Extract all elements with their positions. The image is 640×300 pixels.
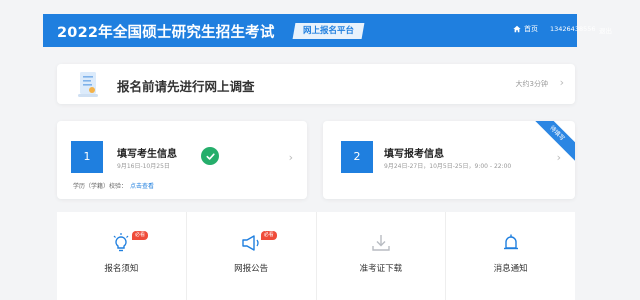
step-fill-application-info[interactable]: 2 填写报考信息 9月24日-27日，10月5日-25日，9:00 - 22:0…: [323, 121, 575, 199]
step-fill-candidate-info[interactable]: 1 填写考生信息 9月16日-10月25日 › 学历（学籍）校验： 点击查看: [57, 121, 307, 199]
tile-registration-notice[interactable]: 必看 报名须知: [57, 212, 187, 300]
pending-corner-badge: 待填写: [524, 121, 575, 167]
tile-admission-ticket-download[interactable]: 准考证下载: [316, 212, 447, 300]
survey-text: 报名前请先进行网上调查: [117, 79, 255, 94]
service-tiles: 必看 报名须知 必看 网报公告 准考证下载 消息通知: [57, 212, 575, 300]
step-title: 填写报考信息: [384, 149, 444, 160]
page-title: 2022年全国硕士研究生招生考试: [57, 25, 275, 41]
must-read-tag: 必看: [132, 231, 149, 240]
education-check: 学历（学籍）校验： 点击查看: [73, 181, 154, 190]
tile-label: 准考证下载: [359, 264, 403, 274]
user-phone: 13426438556: [550, 25, 596, 33]
megaphone-icon: [242, 235, 259, 251]
tile-label: 报名须知: [104, 264, 139, 274]
tile-label: 消息通知: [493, 264, 528, 274]
must-read-tag: 必看: [260, 231, 277, 240]
tile-announcements[interactable]: 必看 网报公告: [186, 212, 317, 300]
home-link[interactable]: 首页: [513, 24, 538, 34]
top-header: 2022年全国硕士研究生招生考试 网上报名平台 首页 13426438556 退…: [43, 14, 612, 47]
home-label: 首页: [524, 25, 538, 33]
document-icon: [78, 72, 98, 97]
step-number: 2: [341, 141, 373, 173]
logout-link[interactable]: 退出: [599, 25, 612, 35]
chevron-right-icon: ›: [288, 151, 293, 164]
bell-icon: [503, 234, 518, 250]
step-date: 9月24日-27日，10月5日-25日，9:00 - 22:00: [384, 163, 512, 170]
completed-check-icon: [201, 147, 219, 165]
survey-card[interactable]: 报名前请先进行网上调查 大约3分钟 ›: [57, 64, 575, 104]
lightbulb-icon: [113, 233, 129, 252]
step-number: 1: [71, 141, 103, 173]
view-link[interactable]: 点击查看: [130, 183, 154, 190]
chevron-right-icon: ›: [556, 151, 561, 164]
home-icon: [513, 25, 521, 33]
survey-duration: 大约3分钟: [515, 80, 548, 88]
education-check-label: 学历（学籍）校验：: [73, 183, 128, 190]
tile-message-notifications[interactable]: 消息通知: [446, 212, 575, 300]
download-icon: [372, 235, 390, 251]
platform-badge: 网上报名平台: [292, 23, 365, 39]
step-date: 9月16日-10月25日: [117, 163, 170, 170]
tile-label: 网报公告: [234, 264, 269, 274]
chevron-right-icon: ›: [559, 76, 564, 89]
step-title: 填写考生信息: [117, 149, 177, 160]
